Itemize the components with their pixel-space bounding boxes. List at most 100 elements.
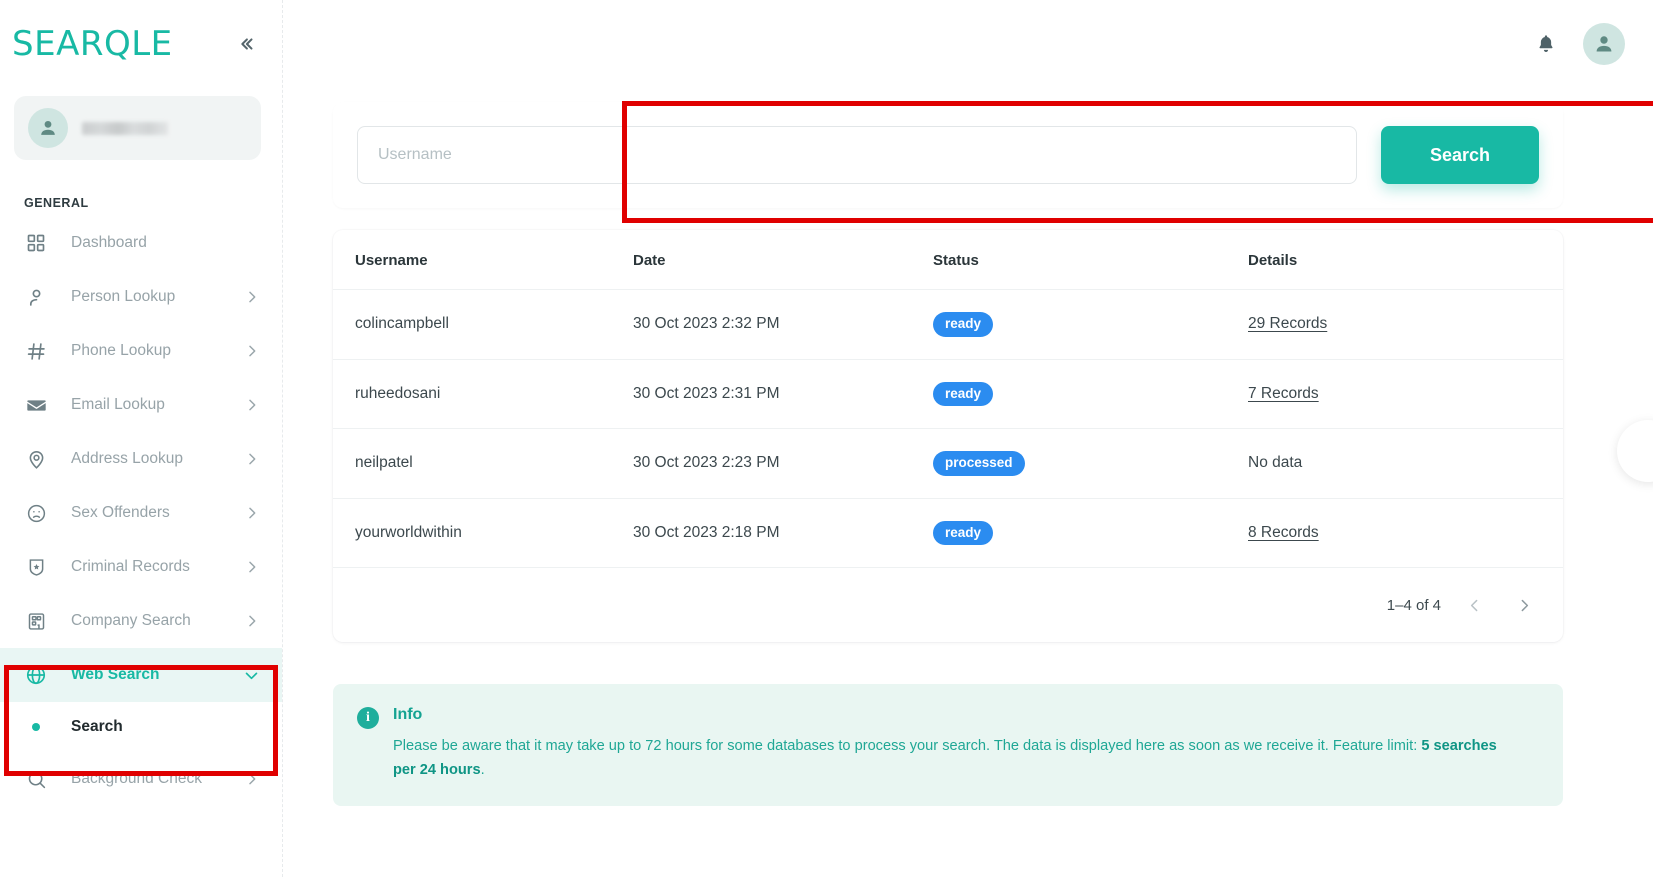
pagination-prev-button[interactable]	[1457, 588, 1491, 622]
bell-icon	[1539, 35, 1553, 52]
app-logo: SEARQLE	[12, 24, 173, 64]
sidebar-item-web-search[interactable]: Web Search	[0, 648, 282, 702]
cell-date: 30 Oct 2023 2:32 PM	[633, 289, 933, 360]
main-content: Search Username Date Status Details	[283, 0, 1653, 877]
cell-username: yourworldwithin	[333, 498, 633, 568]
chevrons-left-icon	[241, 38, 253, 50]
table-row[interactable]: colincampbell 30 Oct 2023 2:32 PM ready …	[333, 289, 1563, 360]
user-avatar-icon	[1596, 36, 1612, 52]
records-link[interactable]: 8 Records	[1248, 524, 1319, 541]
hash-icon	[24, 339, 48, 363]
sidebar-item-label: Address Lookup	[71, 450, 184, 467]
sidebar-item-company-search[interactable]: Company Search	[0, 594, 282, 648]
sidebar: SEARQLE GENERAL Dashboard Person Lookup …	[0, 0, 283, 877]
results-table: Username Date Status Details colincampbe…	[333, 230, 1563, 568]
envelope-icon	[24, 393, 48, 417]
content-area: Search Username Date Status Details	[283, 102, 1653, 807]
sidebar-collapse-button[interactable]	[230, 28, 262, 60]
magnifier-icon	[24, 767, 48, 791]
pagination: 1–4 of 4	[333, 568, 1563, 642]
pagination-range-label: 1–4 of 4	[1386, 596, 1441, 614]
profile-name-redacted	[82, 121, 168, 135]
column-header-status: Status	[933, 230, 1248, 290]
sidebar-item-label: Background Check	[71, 770, 202, 787]
info-text: Please be aware that it may take up to 7…	[393, 734, 1508, 782]
sidebar-item-sex-offenders[interactable]: Sex Offenders	[0, 486, 282, 540]
search-panel: Search	[333, 102, 1563, 208]
sidebar-item-label: Person Lookup	[71, 288, 176, 305]
app-root: SEARQLE GENERAL Dashboard Person Lookup …	[0, 0, 1653, 877]
table-row[interactable]: ruheedosani 30 Oct 2023 2:31 PM ready 7 …	[333, 359, 1563, 429]
sidebar-item-email-lookup[interactable]: Email Lookup	[0, 378, 282, 432]
cell-status: processed	[933, 428, 1248, 499]
column-header-details: Details	[1248, 230, 1563, 290]
sidebar-item-label: Web Search	[71, 666, 160, 683]
brand-row: SEARQLE	[0, 0, 282, 88]
cell-date: 30 Oct 2023 2:18 PM	[633, 498, 933, 568]
chevron-right-icon	[244, 559, 260, 575]
chevron-right-icon	[244, 451, 260, 467]
sidebar-item-label: Sex Offenders	[71, 504, 170, 521]
chevron-right-icon	[244, 613, 260, 629]
chevron-left-icon	[1470, 599, 1477, 611]
cell-details: 7 Records	[1248, 359, 1563, 429]
status-badge: ready	[933, 520, 994, 545]
sidebar-item-label: Email Lookup	[71, 396, 165, 413]
chevron-right-icon	[244, 397, 260, 413]
map-pin-icon	[24, 447, 48, 471]
table-row[interactable]: neilpatel 30 Oct 2023 2:23 PM processed …	[333, 428, 1563, 499]
cell-date: 30 Oct 2023 2:23 PM	[633, 428, 933, 499]
pagination-next-button[interactable]	[1507, 588, 1541, 622]
sidebar-item-address-lookup[interactable]: Address Lookup	[0, 432, 282, 486]
records-link[interactable]: 29 Records	[1248, 315, 1327, 332]
sidebar-nav: Dashboard Person Lookup Phone Lookup Ema…	[0, 216, 282, 806]
chevron-right-icon	[244, 343, 260, 359]
chevron-right-icon	[1521, 599, 1528, 611]
cell-status: ready	[933, 359, 1248, 429]
records-link[interactable]: 7 Records	[1248, 385, 1319, 402]
no-data-label: No data	[1248, 454, 1303, 472]
search-results-card: Username Date Status Details colincampbe…	[333, 230, 1563, 642]
sidebar-item-person-lookup[interactable]: Person Lookup	[0, 270, 282, 324]
column-header-date: Date	[633, 230, 933, 290]
cell-date: 30 Oct 2023 2:31 PM	[633, 359, 933, 429]
user-avatar-icon	[41, 120, 55, 135]
info-body: Info Please be aware that it may take up…	[393, 706, 1535, 782]
cell-details: 8 Records	[1248, 498, 1563, 568]
avatar	[28, 108, 68, 148]
info-text-part2: .	[480, 762, 485, 779]
account-avatar-button[interactable]	[1583, 23, 1625, 65]
info-text-part1: Please be aware that it may take up to 7…	[393, 738, 1422, 754]
cell-details: 29 Records	[1248, 289, 1563, 360]
cell-status: ready	[933, 289, 1248, 360]
sidebar-item-criminal-records[interactable]: Criminal Records	[0, 540, 282, 594]
info-circle-icon: i	[357, 707, 379, 729]
sidebar-item-dashboard[interactable]: Dashboard	[0, 216, 282, 270]
notifications-button[interactable]	[1531, 29, 1561, 59]
chevron-down-icon	[243, 667, 260, 684]
sidebar-item-label: Phone Lookup	[71, 342, 171, 359]
sidebar-item-label: Dashboard	[71, 234, 147, 251]
sidebar-profile-card[interactable]	[14, 96, 261, 160]
sidebar-item-background-check[interactable]: Background Check	[0, 752, 282, 806]
cell-status: ready	[933, 498, 1248, 568]
search-input[interactable]	[357, 126, 1357, 184]
table-body: colincampbell 30 Oct 2023 2:32 PM ready …	[333, 289, 1563, 568]
sidebar-subitem-label: Search	[71, 718, 123, 735]
table-head: Username Date Status Details	[333, 230, 1563, 290]
shield-badge-icon	[24, 555, 48, 579]
table-row[interactable]: yourworldwithin 30 Oct 2023 2:18 PM read…	[333, 498, 1563, 568]
sidebar-section-title: GENERAL	[24, 196, 89, 210]
sidebar-item-label: Company Search	[71, 612, 191, 629]
building-icon	[24, 609, 48, 633]
search-button[interactable]: Search	[1381, 126, 1539, 184]
sidebar-subitem-search[interactable]: Search	[0, 702, 282, 752]
status-badge: ready	[933, 312, 994, 337]
cell-username: neilpatel	[333, 428, 633, 499]
info-banner: i Info Please be aware that it may take …	[333, 684, 1563, 807]
dot-bullet-icon	[24, 715, 48, 739]
chevron-right-icon	[244, 505, 260, 521]
person-icon	[24, 285, 48, 309]
table-header-row: Username Date Status Details	[333, 230, 1563, 290]
sidebar-item-phone-lookup[interactable]: Phone Lookup	[0, 324, 282, 378]
